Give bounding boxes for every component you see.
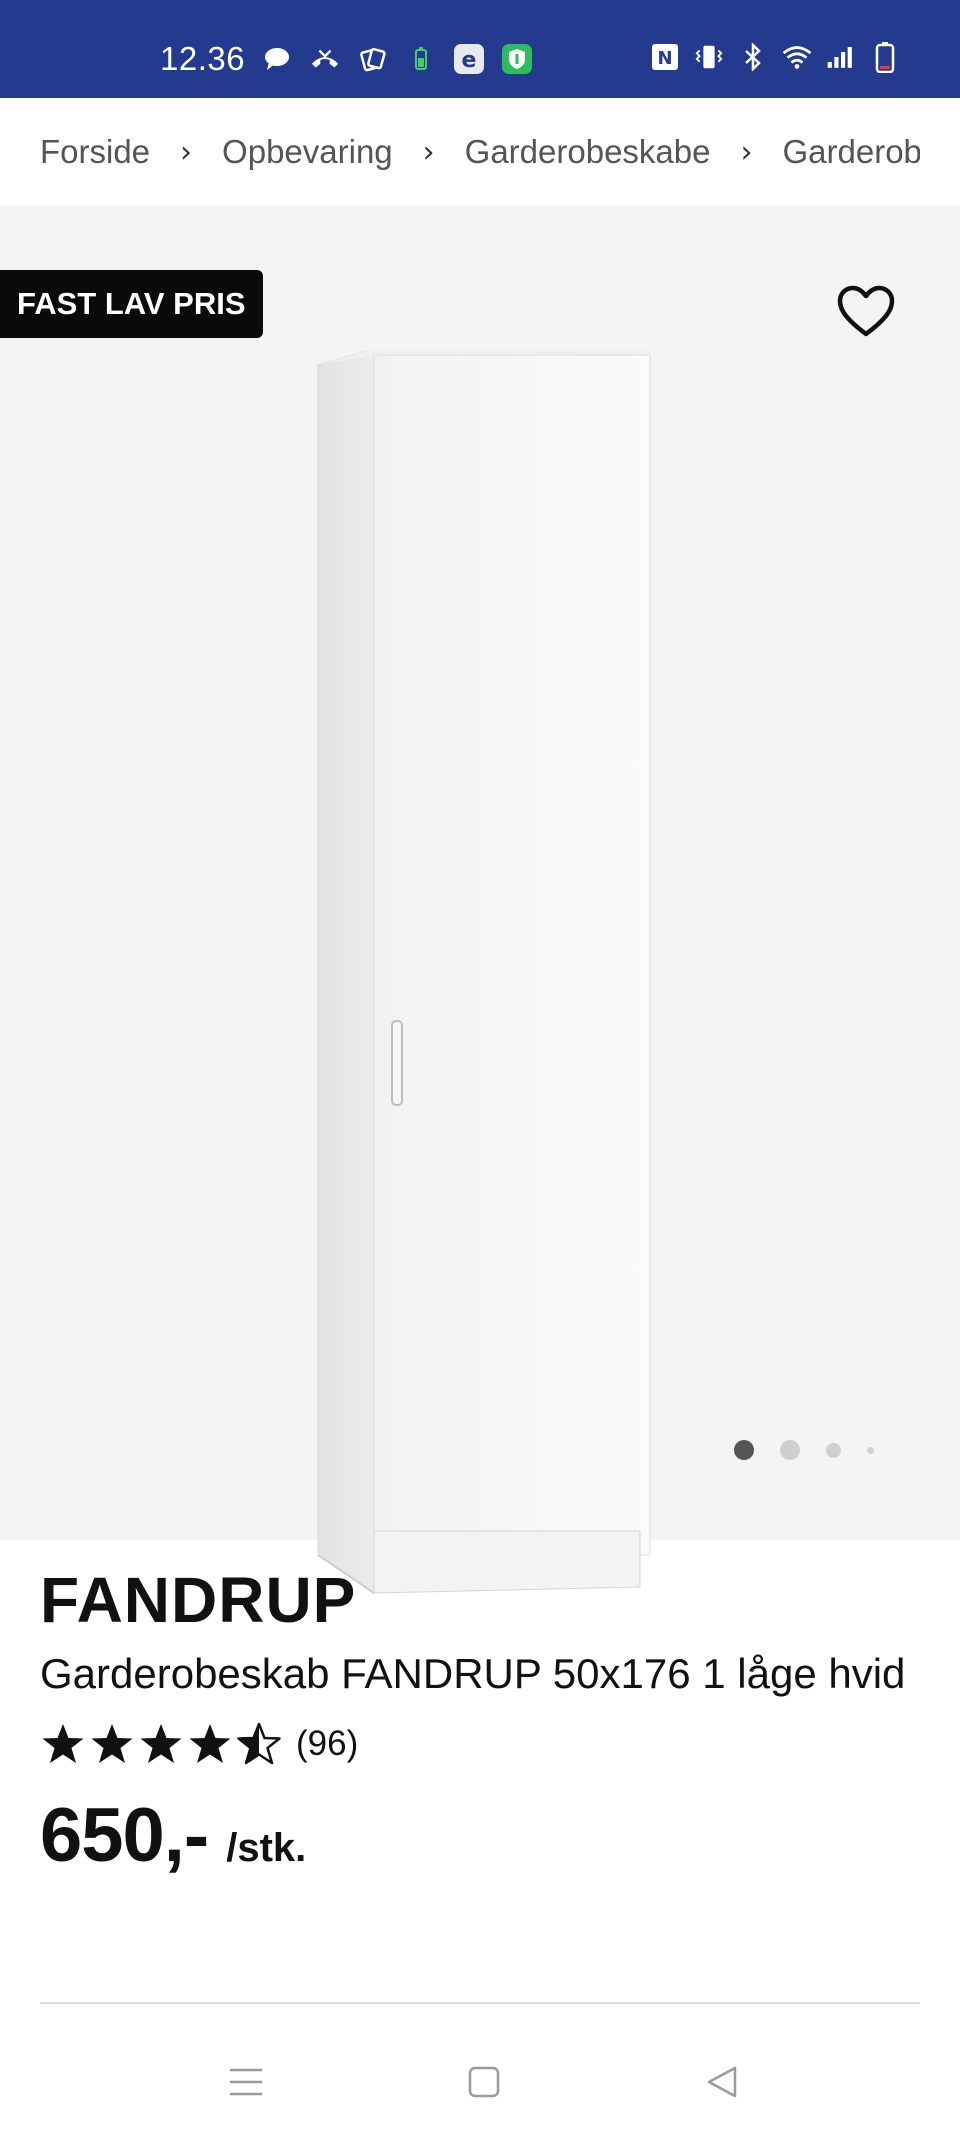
cards-icon xyxy=(358,44,388,74)
product-gallery[interactable]: FAST LAV PRIS xyxy=(0,206,960,1594)
shield-app-icon xyxy=(502,44,532,74)
chevron-right-icon: › xyxy=(180,134,193,170)
product-name: Garderobeskab FANDRUP 50x176 1 låge hvid xyxy=(40,1650,906,1697)
home-button[interactable] xyxy=(462,2060,506,2104)
price-badge: FAST LAV PRIS xyxy=(0,270,263,338)
breadcrumb-item-opbevaring[interactable]: Opbevaring xyxy=(222,133,393,171)
rating-count: (96) xyxy=(296,1724,359,1763)
breadcrumb-item-garderobeskabe[interactable]: Garderobeskabe xyxy=(465,133,711,171)
price-row: 650,- /stk. xyxy=(40,1792,920,1879)
missed-call-icon xyxy=(310,44,340,74)
home-square-icon[interactable] xyxy=(467,2065,501,2099)
system-nav-bar xyxy=(0,2040,960,2124)
star-full-icon xyxy=(42,1724,84,1763)
product-image[interactable] xyxy=(310,348,660,1615)
product-info: FANDRUP Garderobeskab FANDRUP 50x176 1 l… xyxy=(40,1556,920,1879)
product-price: 650,- xyxy=(40,1793,209,1878)
star-full-icon xyxy=(91,1724,133,1763)
gallery-pagination xyxy=(734,1440,874,1460)
star-full-icon xyxy=(140,1724,182,1763)
star-half-icon xyxy=(237,1722,281,1765)
bluetooth-icon xyxy=(738,42,768,72)
svg-text:N: N xyxy=(657,48,672,69)
system-icons: N xyxy=(650,42,900,73)
breadcrumb-fade xyxy=(920,98,960,206)
chevron-right-icon: › xyxy=(422,134,435,170)
pagination-dot-active[interactable] xyxy=(734,1440,754,1460)
breadcrumb: Forside › Opbevaring › Garderobeskabe › … xyxy=(0,98,960,206)
breadcrumb-item-forside[interactable]: Forside xyxy=(40,133,150,171)
favorite-button[interactable] xyxy=(836,284,896,340)
pagination-dot[interactable] xyxy=(867,1446,874,1454)
product-brand: FANDRUP xyxy=(40,1564,357,1636)
price-unit: /stk. xyxy=(226,1826,307,1870)
chevron-right-icon: › xyxy=(740,134,753,170)
back-button[interactable] xyxy=(700,2060,744,2104)
chat-icon xyxy=(262,44,292,74)
svg-text:e: e xyxy=(462,48,477,73)
notification-icons: e xyxy=(262,44,532,74)
status-bar: 12.36 e N xyxy=(0,0,960,98)
status-time: 12.36 xyxy=(160,40,246,77)
pagination-dot[interactable] xyxy=(826,1442,841,1458)
pagination-dot[interactable] xyxy=(780,1440,800,1460)
section-divider xyxy=(40,2002,920,2004)
nfc-icon: N xyxy=(650,42,680,72)
battery-saver-icon xyxy=(406,44,436,74)
heart-outline-icon[interactable] xyxy=(836,284,896,340)
battery-icon xyxy=(870,42,900,73)
vibrate-icon xyxy=(694,42,724,72)
menu-icon[interactable] xyxy=(228,2066,264,2098)
back-triangle-icon[interactable] xyxy=(705,2065,739,2099)
star-full-icon xyxy=(189,1724,231,1763)
rating-stars xyxy=(40,1722,282,1766)
wifi-icon xyxy=(782,42,812,72)
menu-button[interactable] xyxy=(224,2060,268,2104)
e-app-icon: e xyxy=(454,44,484,74)
signal-icon xyxy=(826,42,856,72)
product-rating[interactable]: (96) xyxy=(40,1716,920,1772)
